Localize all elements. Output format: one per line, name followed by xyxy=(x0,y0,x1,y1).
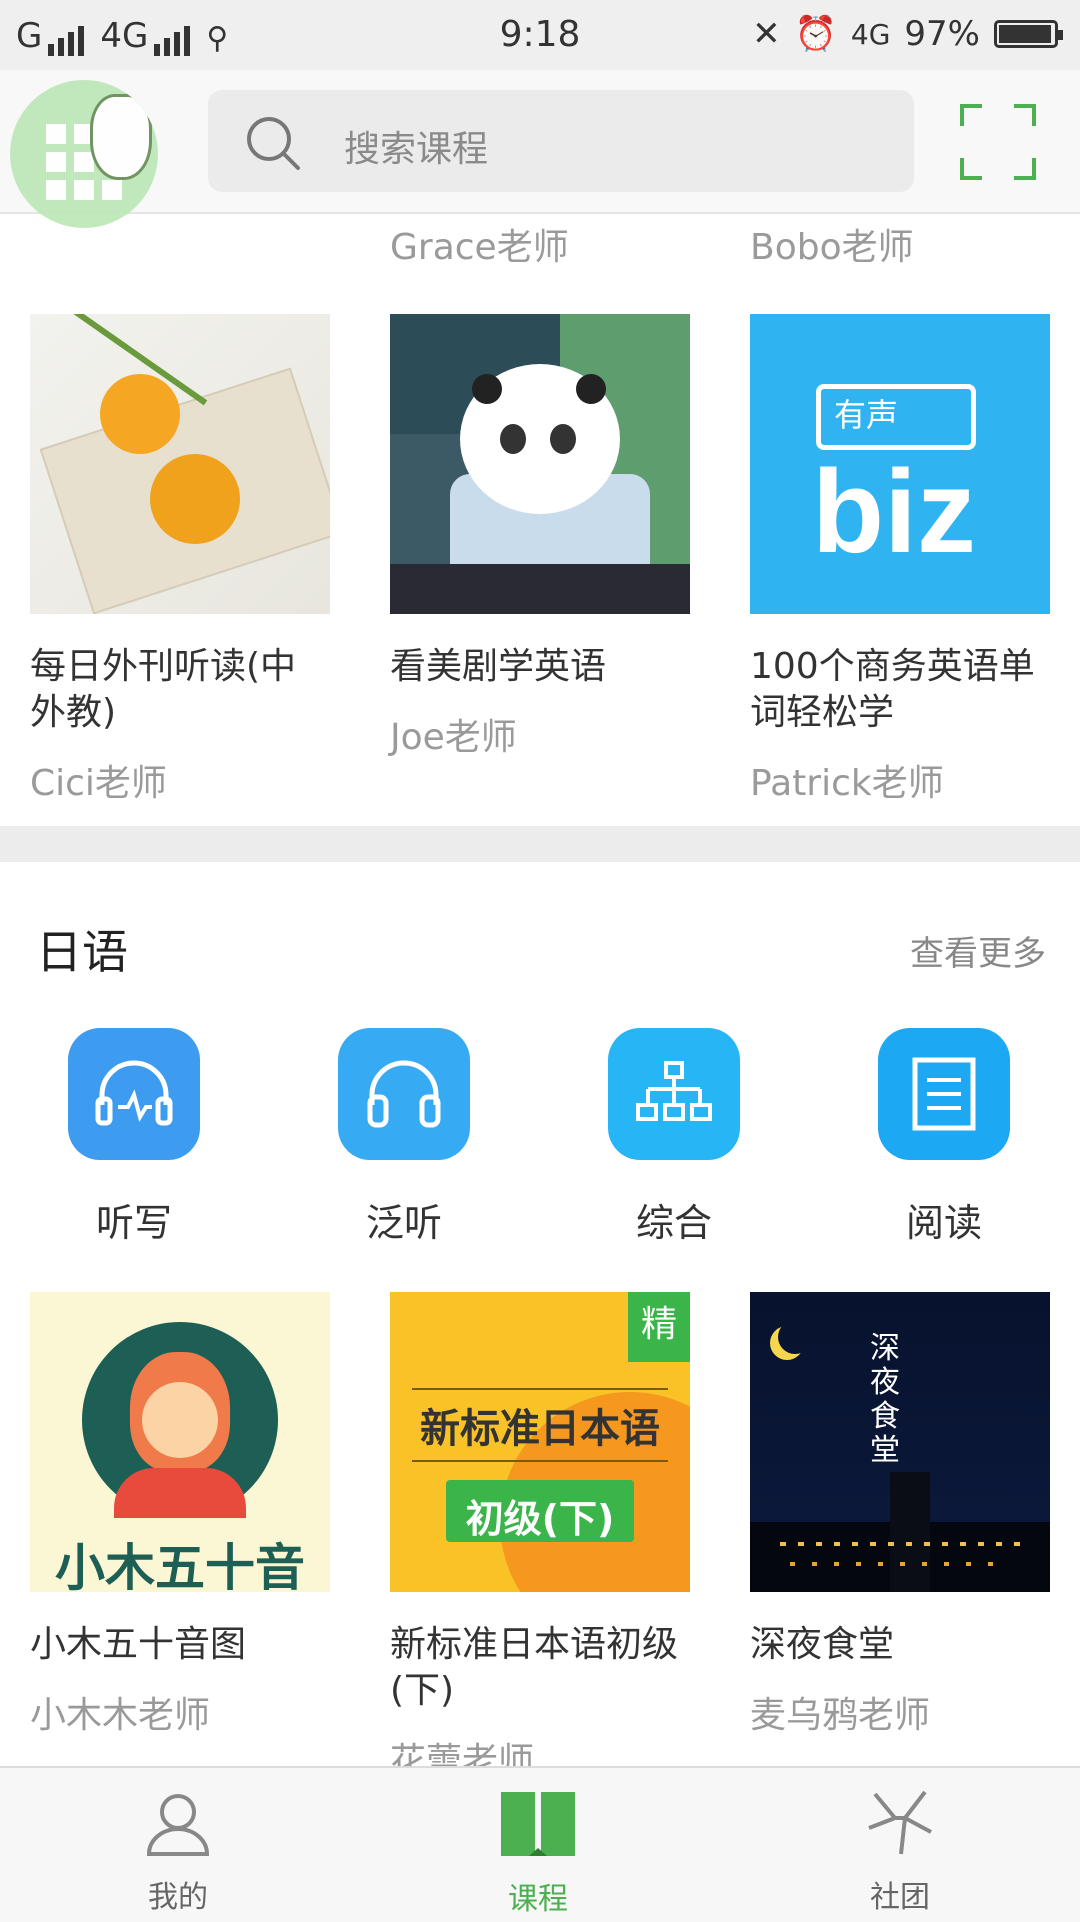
category-label: 听写 xyxy=(95,1201,172,1245)
bunny-avatar-icon xyxy=(90,94,152,180)
scan-icon[interactable] xyxy=(960,104,1036,180)
category-label: 泛听 xyxy=(365,1201,442,1245)
nav-item-courses[interactable]: 课程 xyxy=(438,1788,638,1918)
nav-item-community[interactable]: 社团 xyxy=(800,1788,1000,1916)
book-icon xyxy=(501,1792,575,1856)
section-title: 日语 xyxy=(36,925,128,979)
mute-icon: ✕ xyxy=(752,14,781,54)
teacher-label: Grace老师 xyxy=(390,227,569,268)
course-card[interactable]: 有声 biz 100个商务英语单词轻松学 Patrick老师 xyxy=(750,314,1050,814)
category-dictation[interactable]: 听写 xyxy=(68,1028,200,1245)
category-label: 综合 xyxy=(635,1201,712,1245)
nav-label: 课程 xyxy=(508,1882,568,1917)
see-more-link[interactable]: 查看更多 xyxy=(910,926,1046,975)
status-bar: G 4G ⚲ 9:18 ✕ ⏰ 4G 97% xyxy=(0,0,1080,70)
category-comprehensive[interactable]: 综合 xyxy=(608,1028,740,1245)
avatar[interactable] xyxy=(10,80,158,228)
course-card[interactable]: 小木五十音图 小木五十音图 小木木老师 xyxy=(30,1292,330,1772)
headphones-wave-icon xyxy=(68,1028,200,1160)
course-thumbnail: 有声 biz xyxy=(750,314,1050,614)
course-thumbnail: 小木五十音图 xyxy=(30,1292,330,1592)
course-thumbnail xyxy=(30,314,330,614)
section-separator xyxy=(0,826,1080,862)
network-label-right: 4G xyxy=(850,17,891,51)
user-icon xyxy=(146,1794,210,1856)
course-title: 100个商务英语单词轻松学 xyxy=(750,646,1035,733)
course-title: 小木五十音图 xyxy=(30,1624,247,1665)
course-card[interactable]: 看美剧学英语 Joe老师 xyxy=(390,314,690,814)
course-title: 看美剧学英语 xyxy=(390,646,607,687)
course-card[interactable]: 精 新标准日本语 初级(下) 新标准日本语初级(下) 花蕾老师 xyxy=(390,1292,690,1782)
category-label: 阅读 xyxy=(905,1201,982,1245)
premium-badge: 精 xyxy=(628,1292,690,1362)
community-icon xyxy=(868,1790,932,1855)
course-thumbnail xyxy=(390,314,690,614)
course-teacher: Cici老师 xyxy=(30,763,167,804)
course-teacher: 小木木老师 xyxy=(30,1695,211,1736)
course-title: 新标准日本语初级(下) xyxy=(390,1624,679,1711)
search-icon xyxy=(247,117,300,170)
course-thumbnail: 精 新标准日本语 初级(下) xyxy=(390,1292,690,1592)
moon-icon xyxy=(778,1320,812,1354)
thumbnail-text: 有声 xyxy=(834,396,899,434)
top-header: 搜索课程 xyxy=(0,70,1080,228)
thumbnail-text: 新标准日本语 xyxy=(420,1406,660,1452)
document-icon xyxy=(878,1028,1010,1160)
battery-icon xyxy=(994,20,1063,48)
status-right: ✕ ⏰ 4G 97% xyxy=(752,14,1063,54)
headphones-icon xyxy=(338,1028,470,1160)
nav-label: 社团 xyxy=(870,1880,930,1915)
thumbnail-text: biz xyxy=(812,446,976,578)
bottom-nav: 我的 课程 社团 xyxy=(0,1766,1080,1922)
category-reading[interactable]: 阅读 xyxy=(878,1028,1010,1245)
category-extensive-listening[interactable]: 泛听 xyxy=(338,1028,470,1245)
course-title: 深夜食堂 xyxy=(750,1624,895,1665)
thumbnail-text: 初级(下) xyxy=(465,1497,615,1541)
hierarchy-icon xyxy=(608,1028,740,1160)
nav-item-mine[interactable]: 我的 xyxy=(78,1788,278,1916)
search-placeholder: 搜索课程 xyxy=(344,129,489,170)
teacher-label: Bobo老师 xyxy=(750,227,914,268)
nav-label: 我的 xyxy=(148,1880,208,1915)
course-teacher: 麦乌鸦老师 xyxy=(750,1695,931,1736)
search-bar[interactable]: 搜索课程 xyxy=(208,90,914,192)
alarm-icon: ⏰ xyxy=(794,14,837,54)
course-thumbnail: 深夜食堂 xyxy=(750,1292,1050,1592)
course-title: 每日外刊听读(中外教) xyxy=(30,646,297,733)
course-teacher: Patrick老师 xyxy=(750,763,944,804)
course-card[interactable]: 深夜食堂 深夜食堂 麦乌鸦老师 xyxy=(750,1292,1050,1772)
course-teacher: Joe老师 xyxy=(390,717,517,758)
battery-text: 97% xyxy=(904,14,980,54)
thumbnail-text: 小木五十音图 xyxy=(55,1539,305,1592)
thumbnail-text: 深夜食堂 xyxy=(870,1331,900,1468)
course-card[interactable]: 每日外刊听读(中外教) Cici老师 xyxy=(30,314,330,814)
